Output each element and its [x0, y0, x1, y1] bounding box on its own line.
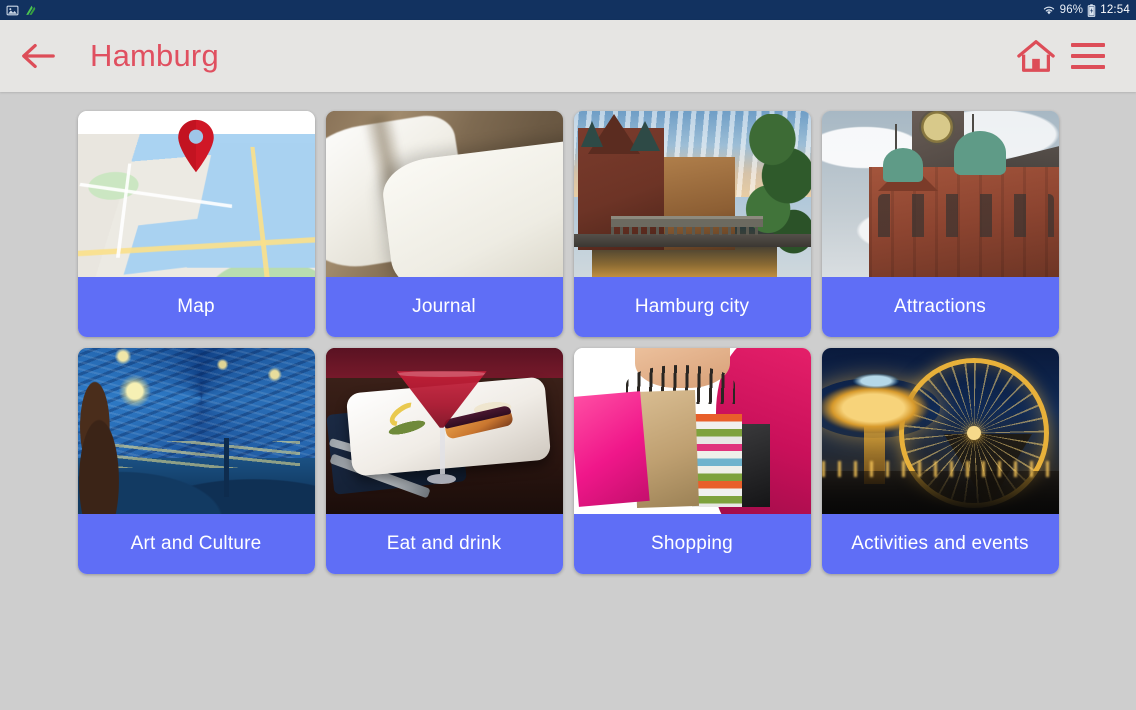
city-bridge: [611, 215, 764, 235]
menu-icon-line: [1071, 43, 1105, 47]
category-card-hamburg-city[interactable]: Hamburg city: [573, 111, 811, 337]
journal-thumbnail: [325, 111, 563, 277]
menu-icon-line: [1071, 54, 1105, 58]
status-bar-clock: 12:54: [1100, 4, 1130, 16]
status-bar: 96% 12:54: [0, 0, 1136, 20]
category-card-eat-and-drink[interactable]: Eat and drink: [325, 348, 563, 574]
activities-thumbnail: [821, 348, 1059, 514]
category-card-shopping[interactable]: Shopping: [573, 348, 811, 574]
attractions-thumbnail: [821, 111, 1059, 277]
attractions-copper-dome: [883, 147, 924, 182]
cocktail-glass: [396, 371, 487, 494]
map-road: [116, 163, 132, 259]
location-pin-icon: [178, 119, 214, 172]
category-card-journal[interactable]: Journal: [325, 111, 563, 337]
fairground-lights: [821, 460, 1059, 478]
city-spire: [580, 120, 603, 147]
map-thumbnail: [77, 111, 315, 277]
menu-button[interactable]: [1062, 30, 1114, 82]
category-card-activities-and-events[interactable]: Activities and events: [821, 348, 1059, 574]
cocktail-foot: [427, 474, 457, 485]
category-card-label: Hamburg city: [573, 277, 811, 337]
shopping-thumbnail: [573, 348, 811, 514]
menu-icon-line: [1071, 65, 1105, 69]
app-bar: Hamburg: [0, 20, 1136, 92]
wifi-icon: [1042, 4, 1056, 16]
category-card-label: Journal: [325, 277, 563, 337]
content-area: Map Journal Hamburg city Attractions Art…: [0, 92, 1136, 710]
swing-carousel-top: [845, 371, 907, 392]
category-card-label: Eat and drink: [325, 514, 563, 574]
attractions-windows: [878, 194, 1054, 238]
eat-and-drink-thumbnail: [325, 348, 563, 514]
category-card-label: Attractions: [821, 277, 1059, 337]
home-icon: [1017, 40, 1055, 72]
back-button[interactable]: [12, 30, 64, 82]
hamburg-city-thumbnail: [573, 111, 811, 277]
status-bar-notifications: [6, 4, 37, 17]
art-and-culture-thumbnail: [77, 348, 315, 514]
app-notification-icon: [24, 4, 37, 17]
category-card-art-and-culture[interactable]: Art and Culture: [77, 348, 315, 574]
category-card-label: Activities and events: [821, 514, 1059, 574]
striped-shopping-bag: [692, 414, 742, 508]
category-card-attractions[interactable]: Attractions: [821, 111, 1059, 337]
page-title: Hamburg: [90, 38, 219, 73]
screenshot-notification-icon: [6, 4, 19, 17]
city-quay-wall: [573, 233, 811, 248]
category-card-label: Shopping: [573, 514, 811, 574]
status-bar-indicators: 96% 12:54: [1042, 3, 1130, 17]
attractions-clock-face: [918, 111, 955, 146]
battery-percent-label: 96%: [1059, 4, 1084, 16]
battery-icon: [1087, 3, 1096, 17]
starry-night-light-streaks: [105, 440, 301, 468]
home-button[interactable]: [1010, 30, 1062, 82]
starry-night-cypress: [77, 377, 125, 514]
cocktail-stem: [439, 427, 445, 475]
category-card-label: Art and Culture: [77, 514, 315, 574]
back-arrow-icon: [22, 43, 55, 69]
city-turret-roof: [630, 120, 661, 151]
category-card-label: Map: [77, 277, 315, 337]
menu-icon: [1071, 43, 1105, 69]
starry-night-steeple: [224, 437, 230, 498]
category-grid: Map Journal Hamburg city Attractions Art…: [0, 111, 1136, 574]
cocktail-bowl: [396, 371, 487, 428]
attractions-copper-dome: [954, 130, 1007, 175]
pink-shopping-bag: [573, 391, 650, 507]
category-card-map[interactable]: Map: [77, 111, 315, 337]
